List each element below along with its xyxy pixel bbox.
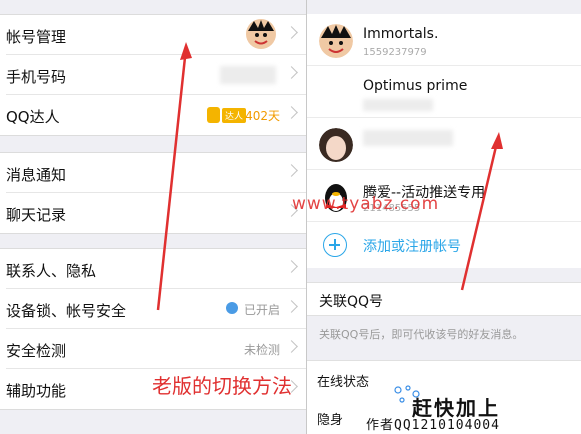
annotation-arrow-left (156, 42, 192, 311)
account-item[interactable]: Optimus prime (307, 66, 581, 118)
row-label: 消息通知 (6, 166, 67, 184)
row-label: 设备锁、帐号安全 (6, 302, 127, 320)
row-label: 聊天记录 (6, 206, 67, 224)
chevron-right-icon (285, 106, 298, 119)
assoc-label: 关联QQ号 (319, 294, 384, 310)
chevron-right-icon (285, 340, 298, 353)
chevron-right-icon (285, 260, 298, 273)
row-label: QQ达人 (6, 108, 60, 126)
account-switch-panel: Immortals. 1559237979 Optimus prime 腾爱--… (306, 0, 581, 434)
plus-circle-icon (323, 233, 347, 257)
account-item[interactable]: Immortals. 1559237979 (307, 14, 581, 66)
row-label: 手机号码 (6, 68, 67, 86)
account-list: Immortals. 1559237979 Optimus prime 腾爱--… (307, 14, 581, 268)
stealth-option[interactable]: 隐身 (317, 409, 343, 428)
master-days: 402天 (245, 109, 280, 123)
row-label: 辅助功能 (6, 382, 67, 400)
chevron-right-icon (285, 300, 298, 313)
screenshot: 帐号管理 手机号码 QQ达人 达人 402天 消息通知 聊天记录 联系人、隐私 … (0, 0, 581, 434)
account-number: 1559237979 (363, 47, 427, 58)
assoc-description: 关联QQ号后，即可代收该号的好友消息。 (319, 328, 524, 341)
lock-icon (226, 302, 238, 314)
chevron-right-icon (285, 26, 298, 39)
redacted-value (363, 130, 453, 146)
security-check-item[interactable]: 安全检测 未检测 (6, 329, 306, 369)
online-status-label: 在线状态 (317, 375, 370, 390)
redacted-value (363, 99, 433, 111)
row-label: 联系人、隐私 (6, 262, 97, 280)
phone-badge-icon (206, 107, 220, 123)
annotation-caption: 老版的切换方法 (152, 374, 292, 398)
watermark: www.tyabz.com (292, 194, 440, 214)
chevron-right-icon (285, 66, 298, 79)
chevron-right-icon (285, 164, 298, 177)
master-badge: 达人 (206, 107, 246, 123)
avatar (319, 24, 353, 58)
account-item[interactable] (307, 118, 581, 170)
author-contact: 作者QQ1210104004 (366, 418, 500, 433)
avatar (319, 128, 353, 162)
status-value: 已开启 (243, 303, 280, 317)
account-name: Optimus prime (363, 78, 468, 94)
row-label: 帐号管理 (6, 28, 67, 46)
account-name: Immortals. (363, 26, 439, 42)
redacted-value (220, 66, 276, 84)
associated-qq-item[interactable]: 关联QQ号 (307, 282, 581, 316)
row-label: 安全检测 (6, 342, 67, 360)
status-value: 未检测 (243, 343, 280, 357)
annotation-arrow-right (460, 132, 503, 291)
add-account-button[interactable]: 添加或注册帐号 (307, 222, 581, 268)
avatar (246, 19, 276, 49)
add-account-label: 添加或注册帐号 (363, 239, 461, 255)
